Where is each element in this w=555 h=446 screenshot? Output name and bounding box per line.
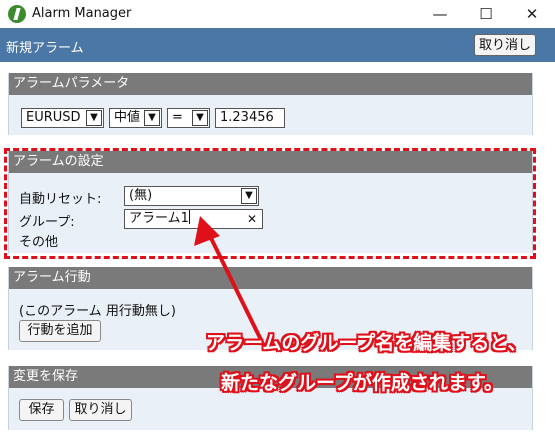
- arrow-head: [194, 216, 220, 246]
- annotation-line-2: 新たなグループが作成されます。: [221, 372, 503, 394]
- annotation-line-1: アラームのグループ名を編集すると、: [206, 332, 527, 354]
